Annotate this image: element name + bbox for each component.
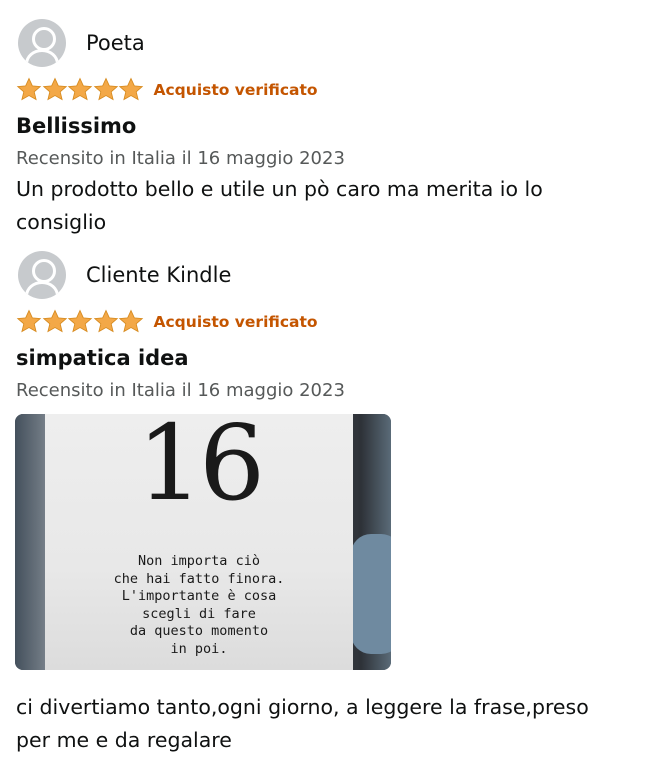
quote-line: da questo momento — [129, 623, 269, 639]
star-icon — [16, 77, 42, 101]
review-date: Recensito in Italia il 16 maggio 2023 — [16, 380, 345, 401]
review-title[interactable]: simpatica idea — [16, 346, 189, 370]
star-rating[interactable] — [16, 77, 144, 102]
reviewer-name[interactable]: Poeta — [86, 31, 145, 55]
review-date: Recensito in Italia il 16 maggio 2023 — [16, 148, 345, 169]
review-photo[interactable]: 16 Non importa ciò che hai fatto finora.… — [15, 414, 391, 670]
quote-line: che hai fatto finora. — [113, 570, 285, 587]
verified-purchase-badge[interactable]: Acquisto verificato — [154, 313, 318, 331]
review-title[interactable]: Bellissimo — [16, 114, 136, 138]
star-icon — [67, 309, 93, 333]
quote-line: Non importa ciò — [138, 553, 260, 569]
avatar[interactable] — [18, 19, 66, 67]
reviewer-name[interactable]: Cliente Kindle — [86, 263, 231, 287]
star-icon — [42, 309, 67, 333]
reviewer-profile[interactable] — [18, 19, 66, 67]
review-body: ci divertiamo tanto,ogni giorno, a legge… — [16, 695, 589, 752]
reviewer-profile[interactable] — [18, 251, 66, 299]
star-rating[interactable] — [16, 309, 144, 334]
star-icon — [118, 309, 144, 333]
quote-line: in poi. — [170, 640, 228, 657]
avatar[interactable] — [18, 251, 66, 299]
photo-number: 16 — [136, 414, 265, 524]
star-icon — [67, 77, 93, 101]
star-icon — [93, 77, 118, 101]
rating-row: Acquisto verificato — [16, 309, 318, 334]
star-icon — [93, 309, 118, 333]
verified-purchase-badge[interactable]: Acquisto verificato — [154, 81, 318, 99]
star-icon — [118, 77, 144, 101]
star-icon — [16, 309, 42, 333]
photo-quote: Non importa ciò che hai fatto finora. L'… — [45, 553, 353, 658]
star-icon — [42, 77, 67, 101]
quote-line: L'importante è cosa — [121, 588, 277, 604]
rating-row: Acquisto verificato — [16, 77, 318, 102]
quote-line: scegli di fare — [142, 605, 256, 622]
photo-card: 16 Non importa ciò che hai fatto finora.… — [45, 414, 353, 670]
review-body: Un prodotto bello e utile un pò caro ma … — [16, 177, 543, 234]
